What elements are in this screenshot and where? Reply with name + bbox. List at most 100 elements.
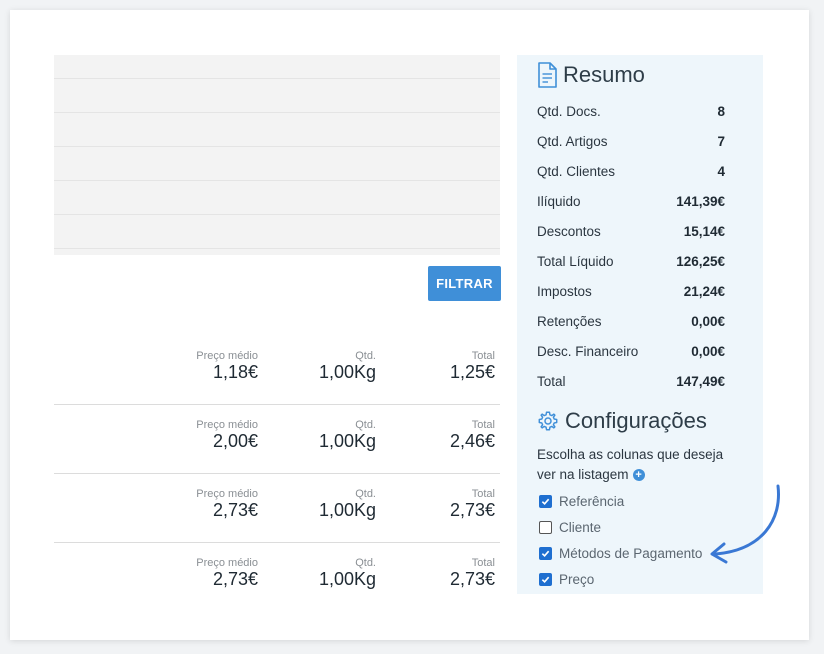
annotation-arrow-icon xyxy=(710,484,780,564)
summary-value: 7 xyxy=(717,133,725,149)
summary-value: 4 xyxy=(717,163,725,179)
column-option[interactable]: Métodos de Pagamento xyxy=(539,546,702,561)
row-divider xyxy=(54,404,500,405)
column-option[interactable]: Referência xyxy=(539,494,624,509)
summary-label: Qtd. Docs. xyxy=(537,103,601,119)
column-option[interactable]: Cliente xyxy=(539,520,601,535)
summary-row: Desc. Financeiro 0,00€ xyxy=(537,341,725,361)
total-label: Total xyxy=(471,557,495,569)
total-cell: Total 2,73€ xyxy=(450,557,495,589)
filter-panel xyxy=(54,55,500,255)
total-cell: Total 2,73€ xyxy=(450,488,495,520)
plus-circle-icon[interactable]: + xyxy=(632,469,645,482)
checkbox-checked-icon[interactable] xyxy=(539,573,552,586)
avg-price-value: 2,73€ xyxy=(212,569,258,589)
table-row[interactable]: Preço médio 2,73€ Qtd. 1,00Kg Total 2,73… xyxy=(54,488,500,556)
summary-row: Retenções 0,00€ xyxy=(537,311,725,331)
summary-label: Descontos xyxy=(537,223,601,239)
filter-divider xyxy=(54,180,500,181)
qty-value: 1,00Kg xyxy=(318,500,376,520)
document-icon xyxy=(537,62,557,88)
summary-value: 21,24€ xyxy=(683,283,725,299)
table-row[interactable]: Preço médio 2,73€ Qtd. 1,00Kg Total 2,73… xyxy=(54,557,500,625)
summary-row: Total Líquido 126,25€ xyxy=(537,251,725,271)
filter-divider xyxy=(54,78,500,79)
summary-label: Qtd. Artigos xyxy=(537,133,608,149)
total-cell: Total 2,46€ xyxy=(450,419,495,451)
qty-cell: Qtd. 1,00Kg xyxy=(319,350,376,382)
column-option-label[interactable]: Referência xyxy=(559,494,624,509)
qty-label: Qtd. xyxy=(355,350,376,362)
config-description-text: Escolha as colunas que deseja ver na lis… xyxy=(537,447,724,482)
summary-row: Qtd. Docs. 8 xyxy=(537,101,725,121)
summary-label: Total xyxy=(537,373,566,389)
total-label: Total xyxy=(471,419,495,431)
qty-label: Qtd. xyxy=(355,557,376,569)
total-value: 2,73€ xyxy=(449,500,495,520)
checkbox-unchecked-icon[interactable] xyxy=(539,521,552,534)
avg-price-label: Preço médio xyxy=(196,557,258,569)
row-divider xyxy=(54,473,500,474)
summary-title: Resumo xyxy=(563,62,645,87)
summary-label: Total Líquido xyxy=(537,253,614,269)
summary-label: Impostos xyxy=(537,283,592,299)
avg-price-label: Preço médio xyxy=(196,350,258,362)
summary-value: 0,00€ xyxy=(691,343,725,359)
table-row[interactable]: Preço médio 1,18€ Qtd. 1,00Kg Total 1,25… xyxy=(54,350,500,418)
filter-divider xyxy=(54,248,500,249)
summary-label: Desc. Financeiro xyxy=(537,343,639,359)
qty-cell: Qtd. 1,00Kg xyxy=(319,557,376,589)
filter-divider xyxy=(54,214,500,215)
filter-button[interactable]: FILTRAR xyxy=(428,266,501,301)
avg-price-label: Preço médio xyxy=(196,488,258,500)
qty-value: 1,00Kg xyxy=(318,362,376,382)
column-option-label[interactable]: Cliente xyxy=(559,520,601,535)
qty-label: Qtd. xyxy=(355,488,376,500)
qty-label: Qtd. xyxy=(355,419,376,431)
config-title: Configurações xyxy=(565,408,707,433)
summary-header: Resumo xyxy=(537,62,645,88)
column-option-label[interactable]: Métodos de Pagamento xyxy=(559,546,702,561)
summary-row: Qtd. Artigos 7 xyxy=(537,131,725,151)
qty-value: 1,00Kg xyxy=(318,569,376,589)
checkbox-checked-icon[interactable] xyxy=(539,547,552,560)
avg-price-value: 2,00€ xyxy=(212,431,258,451)
gear-icon xyxy=(537,410,559,432)
table-row[interactable]: Preço médio 2,00€ Qtd. 1,00Kg Total 2,46… xyxy=(54,419,500,487)
total-value: 2,46€ xyxy=(449,431,495,451)
filter-divider xyxy=(54,112,500,113)
avg-price-label: Preço médio xyxy=(196,419,258,431)
config-description: Escolha as colunas que deseja ver na lis… xyxy=(537,445,737,485)
total-cell: Total 1,25€ xyxy=(450,350,495,382)
qty-value: 1,00Kg xyxy=(318,431,376,451)
avg-price-cell: Preço médio 2,73€ xyxy=(196,557,258,589)
summary-row: Total 147,49€ xyxy=(537,371,725,391)
summary-row: Descontos 15,14€ xyxy=(537,221,725,241)
summary-row: Qtd. Clientes 4 xyxy=(537,161,725,181)
config-header: Configurações xyxy=(537,408,707,434)
summary-value: 147,49€ xyxy=(676,373,725,389)
total-label: Total xyxy=(471,350,495,362)
summary-label: Ilíquido xyxy=(537,193,581,209)
total-label: Total xyxy=(471,488,495,500)
column-option[interactable]: Preço xyxy=(539,572,594,587)
qty-cell: Qtd. 1,00Kg xyxy=(319,488,376,520)
summary-value: 8 xyxy=(717,103,725,119)
summary-value: 126,25€ xyxy=(676,253,725,269)
summary-row: Impostos 21,24€ xyxy=(537,281,725,301)
checkbox-checked-icon[interactable] xyxy=(539,495,552,508)
avg-price-cell: Preço médio 1,18€ xyxy=(196,350,258,382)
avg-price-value: 2,73€ xyxy=(212,500,258,520)
avg-price-cell: Preço médio 2,73€ xyxy=(196,488,258,520)
filter-divider xyxy=(54,146,500,147)
column-option-label[interactable]: Preço xyxy=(559,572,594,587)
qty-cell: Qtd. 1,00Kg xyxy=(319,419,376,451)
row-divider xyxy=(54,542,500,543)
avg-price-value: 1,18€ xyxy=(212,362,258,382)
summary-value: 15,14€ xyxy=(683,223,725,239)
total-value: 2,73€ xyxy=(449,569,495,589)
summary-row: Ilíquido 141,39€ xyxy=(537,191,725,211)
summary-label: Retenções xyxy=(537,313,602,329)
summary-value: 141,39€ xyxy=(676,193,725,209)
summary-value: 0,00€ xyxy=(691,313,725,329)
